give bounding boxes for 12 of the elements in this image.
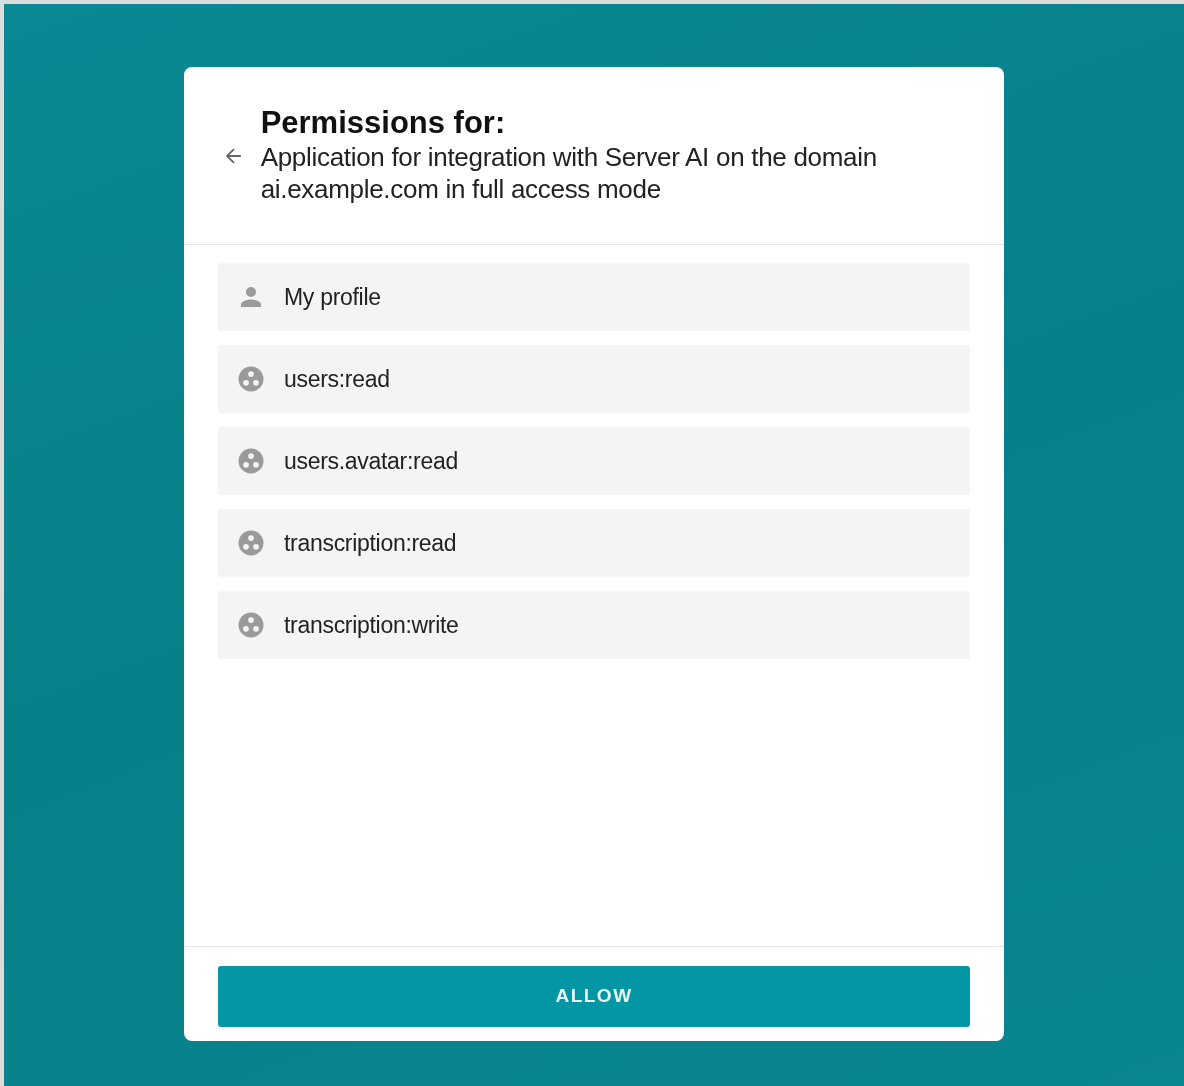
permission-label: users:read — [284, 364, 390, 394]
dialog-title: Permissions for: — [260, 105, 507, 141]
dialog-subtitle: Application for integration with Server AI on the domain ai.example.com in full access mode — [260, 140, 878, 206]
permission-label: My profile — [284, 282, 381, 312]
scope-icon — [236, 446, 266, 476]
scope-icon — [236, 528, 266, 558]
scope-icon — [236, 364, 266, 394]
permission-label: transcription:read — [284, 528, 457, 558]
scope-icon — [236, 610, 266, 640]
permission-label: users.avatar:read — [284, 446, 458, 476]
allow-button[interactable]: ALLOW — [218, 966, 970, 1027]
permission-label: transcription:write — [284, 610, 459, 640]
